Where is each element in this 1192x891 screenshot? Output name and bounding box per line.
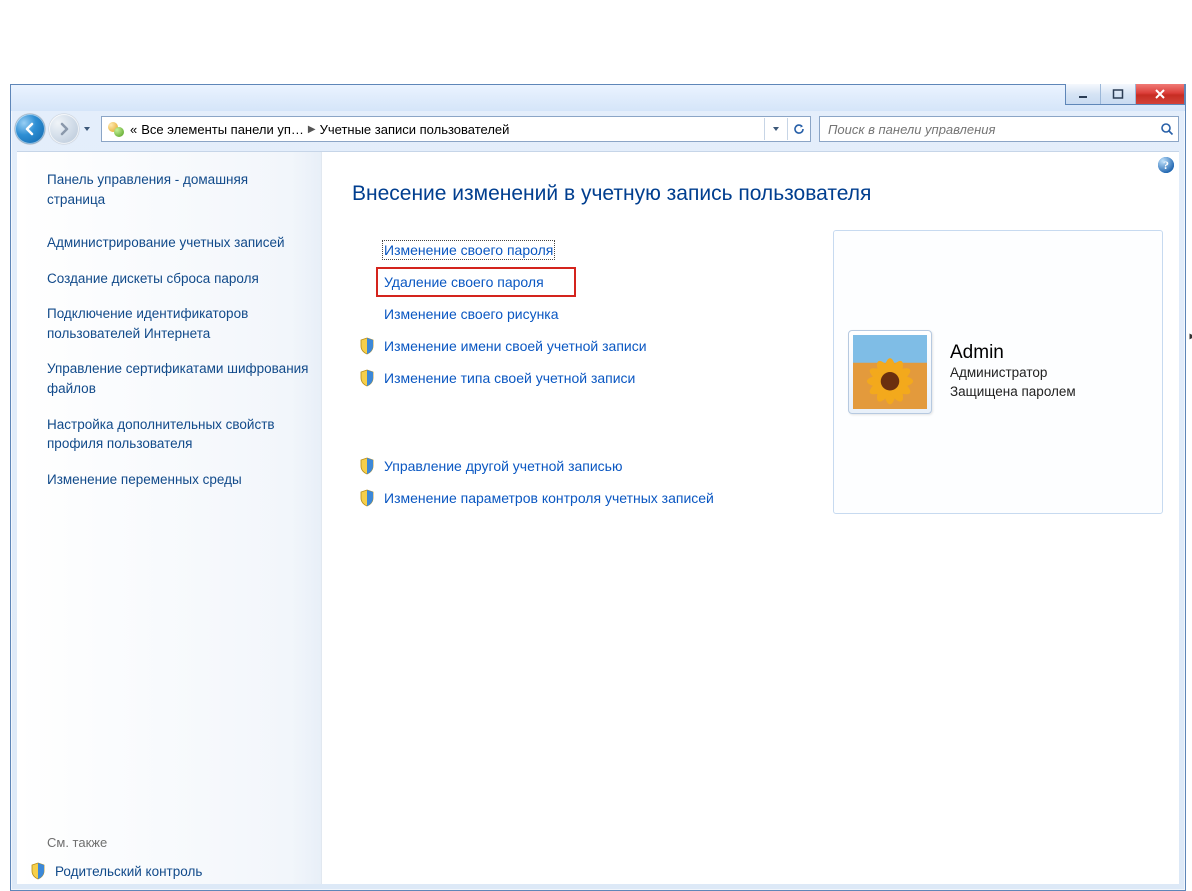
page-title: Внесение изменений в учетную запись поль… [352, 182, 1163, 206]
address-dropdown[interactable] [764, 118, 787, 140]
close-icon [1153, 88, 1167, 100]
sidebar-home-link[interactable]: Панель управления - домашняя страница [47, 170, 309, 209]
maximize-button[interactable] [1100, 84, 1135, 104]
navigation-row: « Все элементы панели уп… ▶ Учетные запи… [11, 111, 1185, 147]
breadcrumb: « Все элементы панели уп… ▶ Учетные запи… [130, 122, 764, 137]
search-input[interactable] [826, 121, 1156, 138]
sidebar-item-certs[interactable]: Управление сертификатами шифрования файл… [47, 359, 309, 398]
action-change-name[interactable]: Изменение имени своей учетной записи [384, 338, 647, 354]
help-button[interactable]: ? [1157, 156, 1175, 174]
breadcrumb-item[interactable]: Учетные записи пользователей [320, 122, 510, 137]
minimize-button[interactable] [1066, 84, 1100, 104]
action-remove-password[interactable]: Удаление своего пароля [384, 274, 544, 290]
window-controls [1065, 84, 1185, 105]
nav-forward-button[interactable] [49, 114, 79, 144]
sidebar-item-online-ids[interactable]: Подключение идентификаторов пользователе… [47, 304, 309, 343]
close-button[interactable] [1135, 84, 1184, 104]
current-user-box: Admin Администратор Защищена паролем [833, 230, 1163, 514]
user-info: Admin Администратор Защищена паролем [950, 342, 1076, 402]
shield-icon [358, 337, 376, 355]
chevron-right-icon: ▲ [1187, 332, 1192, 342]
sidebar-item-profile-props[interactable]: Настройка дополнительных свойств профиля… [47, 415, 309, 454]
search-icon [1156, 118, 1178, 140]
action-manage-other[interactable]: Управление другой учетной записью [384, 458, 622, 474]
chevron-down-icon [83, 125, 91, 133]
chevron-right-icon: ▶ [308, 124, 316, 135]
sidebar: Панель управления - домашняя страница Ад… [17, 152, 322, 884]
avatar [848, 330, 932, 414]
user-accounts-icon [106, 119, 126, 139]
action-change-password[interactable]: Изменение своего пароля [384, 242, 553, 258]
user-protected: Защищена паролем [950, 383, 1076, 402]
sidebar-item-env-vars[interactable]: Изменение переменных среды [47, 470, 309, 490]
arrow-right-icon [56, 121, 72, 137]
shield-icon [358, 457, 376, 475]
address-bar[interactable]: « Все элементы панели уп… ▶ Учетные запи… [101, 116, 811, 142]
account-actions: Изменение своего пароля Удаление своего … [352, 234, 714, 514]
main-panel: ? Внесение изменений в учетную запись по… [322, 152, 1179, 884]
search-box[interactable] [819, 116, 1179, 142]
main-grid: Изменение своего пароля Удаление своего … [352, 234, 1163, 514]
shield-icon [29, 862, 47, 880]
action-change-type[interactable]: Изменение типа своей учетной записи [384, 370, 635, 386]
refresh-icon [792, 122, 806, 136]
highlight-remove-password: Удаление своего пароля [376, 267, 576, 297]
breadcrumb-prefix: « [130, 122, 137, 137]
control-panel-window: « Все элементы панели уп… ▶ Учетные запи… [10, 84, 1186, 891]
chevron-down-icon [771, 124, 781, 134]
arrow-left-icon [22, 121, 38, 137]
content-area: Панель управления - домашняя страница Ад… [17, 151, 1179, 884]
nav-back-button[interactable] [15, 114, 45, 144]
maximize-icon [1112, 88, 1124, 100]
refresh-button[interactable] [787, 118, 810, 140]
sidebar-item-admin-accounts[interactable]: Администрирование учетных записей [47, 233, 309, 253]
sidebar-parental-controls[interactable]: Родительский контроль [29, 862, 309, 884]
action-change-uac[interactable]: Изменение параметров контроля учетных за… [384, 490, 714, 506]
see-also-label: См. также [47, 835, 309, 862]
shield-icon [358, 369, 376, 387]
minimize-icon [1077, 88, 1089, 100]
shield-icon [358, 489, 376, 507]
titlebar [11, 85, 1185, 111]
user-role: Администратор [950, 364, 1076, 383]
breadcrumb-item[interactable]: Все элементы панели уп… [141, 122, 304, 137]
sidebar-tasks: Администрирование учетных записей Создан… [47, 233, 309, 489]
user-name: Admin [950, 342, 1076, 364]
svg-text:?: ? [1163, 158, 1169, 172]
nav-history-dropdown[interactable] [81, 117, 93, 141]
sidebar-item-reset-disk[interactable]: Создание дискеты сброса пароля [47, 269, 309, 289]
sidebar-parental-label[interactable]: Родительский контроль [55, 864, 202, 879]
action-change-picture[interactable]: Изменение своего рисунка [384, 306, 559, 322]
avatar-icon [853, 335, 927, 409]
help-icon: ? [1157, 156, 1175, 174]
